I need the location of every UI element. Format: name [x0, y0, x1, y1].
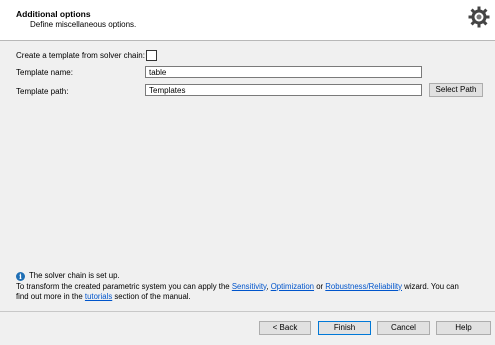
page-subtitle: Define miscellaneous options. [30, 20, 137, 29]
info-line-1: The solver chain is set up. [29, 271, 120, 280]
wizard-header: Additional options Define miscellaneous … [0, 0, 495, 41]
template-path-field[interactable] [145, 84, 422, 96]
template-checkbox[interactable] [146, 50, 157, 61]
sensitivity-link[interactable]: Sensitivity [232, 282, 267, 291]
template-path-label: Template path: [16, 87, 69, 96]
optimization-link[interactable]: Optimization [271, 282, 314, 291]
template-name-field[interactable] [145, 66, 422, 78]
select-path-button[interactable]: Select Path [429, 83, 483, 97]
back-button[interactable]: < Back [259, 321, 311, 335]
tutorials-link[interactable]: tutorials [85, 292, 112, 301]
template-checkbox-label: Create a template from solver chain: [16, 51, 145, 60]
gear-icon [468, 6, 490, 28]
help-button[interactable]: Help [436, 321, 491, 335]
robustness-reliability-link[interactable]: Robustness/Reliability [325, 282, 402, 291]
cancel-button[interactable]: Cancel [377, 321, 430, 335]
info-line-3: find out more in the tutorials section o… [16, 292, 191, 301]
finish-button[interactable]: Finish [318, 321, 371, 335]
info-icon: i [16, 272, 25, 281]
page-title: Additional options [16, 9, 91, 19]
footer-divider [0, 311, 495, 312]
template-name-label: Template name: [16, 68, 73, 77]
info-line-2: To transform the created parametric syst… [16, 281, 459, 291]
info-panel: i The solver chain is set up. To transfo… [16, 271, 486, 303]
